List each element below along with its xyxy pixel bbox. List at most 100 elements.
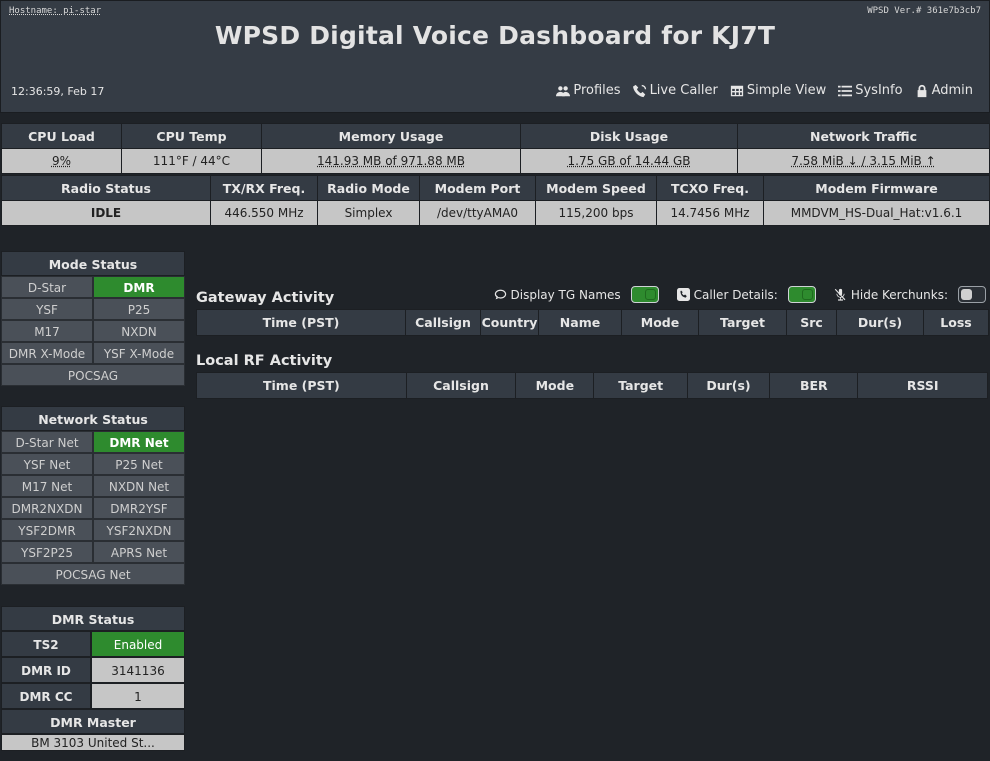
radio-mode-value: Simplex [317,200,420,226]
nav-sysinfo-label: SysInfo [855,83,903,98]
users-icon [556,85,571,96]
net-dmr: DMR Net [93,431,185,453]
gw-col-target: Target [698,309,787,336]
net-dstar: D-Star Net [1,431,93,453]
phone-icon [676,288,690,301]
nav-admin[interactable]: Admin [915,83,973,98]
nav-live-caller[interactable]: Live Caller [632,83,718,98]
nav-admin-label: Admin [931,83,973,98]
network-status-panel: Network Status D-Star Net DMR Net YSF Ne… [1,406,185,585]
nav-simple-view-label: Simple View [746,83,827,98]
nav-sysinfo[interactable]: SysInfo [838,83,903,98]
display-tg-names-switch[interactable] [630,286,659,303]
txrx-freq-header: TX/RX Freq. [210,175,318,201]
net-ysf2dmr: YSF2DMR [1,519,93,541]
rf-col-mode: Mode [515,372,595,399]
nav-live-caller-label: Live Caller [649,83,718,98]
toggle-hide-kerchunks: Hide Kerchunks: [834,286,986,303]
modem-port-value: /dev/ttyAMA0 [419,200,536,226]
rf-col-time: Time (PST) [196,372,407,399]
gw-col-time: Time (PST) [196,309,406,336]
gateway-activity-title: Gateway Activity [196,290,335,306]
mode-dmr-xmode: DMR X-Mode [1,342,93,364]
local-rf-activity-title: Local RF Activity [196,353,333,369]
hostname-label[interactable]: Hostname: pi-star [9,6,101,16]
net-p25: P25 Net [93,453,185,475]
net-dmr2ysf: DMR2YSF [93,497,185,519]
hide-kerchunks-switch[interactable] [958,286,986,303]
caller-details-switch[interactable] [787,286,816,303]
header-nav: Profiles Live Caller Simple View SysInfo… [556,83,973,98]
network-traffic-header: Network Traffic [737,123,990,149]
mode-dstar: D-Star [1,276,93,298]
net-pocsag: POCSAG Net [1,563,185,585]
net-nxdn: NXDN Net [93,475,185,497]
hide-kerchunks-label: Hide Kerchunks: [850,287,948,302]
lock-icon [917,84,926,97]
disk-usage-text: 1.75 GB of 14.44 GB [567,154,691,168]
gw-col-loss: Loss [923,309,989,336]
gateway-activity-table: Time (PST) Callsign Country Name Mode Ta… [196,309,989,336]
gw-col-callsign: Callsign [405,309,481,336]
switch-knob [644,289,656,300]
memory-usage-text: 141.93 MB of 971.88 MB [317,154,465,168]
display-tg-names-label: Display TG Names [510,287,621,302]
radio-status-value: IDLE [1,200,211,226]
switch-knob [961,289,972,300]
mode-p25: P25 [93,298,185,320]
net-ysf2p25: YSF2P25 [1,541,93,563]
cpu-load-value[interactable]: 9% [1,148,122,174]
modem-firmware-value: MMDVM_HS-Dual_Hat:v1.6.1 [763,200,990,226]
dmr-status-title: DMR Status [1,606,185,631]
phone-wave-icon [632,84,646,97]
chat-icon [494,289,506,300]
modem-speed-value: 115,200 bps [535,200,657,226]
memory-usage-value[interactable]: 141.93 MB of 971.88 MB [261,148,521,174]
network-traffic-value[interactable]: 7.58 MiB ↓ / 3.15 MiB ↑ [737,148,990,174]
mode-ysf: YSF [1,298,93,320]
cpu-temp-header: CPU Temp [121,123,262,149]
mode-status-panel: Mode Status D-Star DMR YSF P25 M17 NXDN … [1,251,185,386]
rf-col-callsign: Callsign [405,372,517,399]
gw-col-country: Country [480,309,539,336]
rf-col-duration: Dur(s) [686,372,771,399]
mode-nxdn: NXDN [93,320,185,342]
txrx-freq-value: 446.550 MHz [210,200,318,226]
net-dmr2nxdn: DMR2NXDN [1,497,93,519]
dmr-id-label: DMR ID [1,657,91,683]
gw-col-name: Name [538,309,622,336]
mode-pocsag: POCSAG [1,364,185,386]
radio-stats-table: Radio Status TX/RX Freq. Radio Mode Mode… [1,175,990,226]
nav-profiles[interactable]: Profiles [556,83,621,98]
dmr-ts2-value: Enabled [91,631,185,657]
net-aprs: APRS Net [93,541,185,563]
gw-col-mode: Mode [621,309,699,336]
dmr-master-title: DMR Master [1,709,185,734]
dmr-ts2-label: TS2 [1,631,91,657]
clock: 12:36:59, Feb 17 [11,85,105,98]
network-status-title: Network Status [1,406,185,431]
modem-speed-header: Modem Speed [535,175,657,201]
nav-simple-view[interactable]: Simple View [730,83,826,98]
activity-toggles: Display TG Names Caller Details: Hide Ke… [494,286,986,303]
mode-dmr: DMR [93,276,185,298]
gw-col-src: Src [786,309,837,336]
mode-ysf-xmode: YSF X-Mode [93,342,185,364]
dmr-id-value: 3141136 [91,657,185,683]
disk-usage-value[interactable]: 1.75 GB of 14.44 GB [520,148,738,174]
disk-usage-header: Disk Usage [520,123,738,149]
dmr-cc-label: DMR CC [1,683,91,709]
toggle-caller-details: Caller Details: [676,286,816,303]
table-icon [730,85,743,96]
toggle-display-tg-names: Display TG Names [494,286,659,303]
network-traffic-text: 7.58 MiB ↓ / 3.15 MiB ↑ [791,154,936,168]
rf-col-rssi: RSSI [857,372,988,399]
radio-status-header: Radio Status [1,175,211,201]
nav-profiles-label: Profiles [573,83,621,98]
memory-usage-header: Memory Usage [261,123,521,149]
dmr-cc-value: 1 [91,683,185,709]
list-icon [838,85,853,96]
mic-slash-icon [834,288,846,301]
gw-col-duration: Dur(s) [836,309,924,336]
radio-mode-header: Radio Mode [317,175,420,201]
